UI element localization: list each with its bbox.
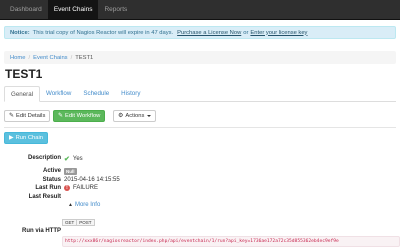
gear-icon: ⚙ (118, 113, 124, 119)
check-icon: ✔ (64, 156, 70, 163)
tab-schedule[interactable]: Schedule (77, 86, 115, 101)
notice-text: This trial copy of Nagios Reactor will e… (32, 29, 174, 36)
enter-license-link[interactable]: Enter your license key (250, 30, 307, 36)
http-method-toggle: GET POST (62, 219, 95, 226)
description-row: Description ✔ Yes (0, 155, 400, 163)
breadcrumb-event-chains[interactable]: Event Chains (33, 55, 67, 61)
error-icon: ! (64, 185, 70, 191)
run-chain-button[interactable]: ▶ Run Chain (4, 132, 49, 144)
actions-label: Actions (125, 113, 145, 119)
top-navbar: Dashboard Event Chains Reports (0, 0, 400, 20)
tab-workflow[interactable]: Workflow (40, 86, 77, 101)
status-label: Status (42, 177, 61, 183)
last-run-value: FAILURE (73, 185, 99, 191)
more-info-link[interactable]: ▲ More Info (68, 202, 100, 208)
description-label: Description (27, 155, 61, 161)
status-row: Status 2015-04-16 14:15:55 (0, 177, 400, 185)
play-icon: ▶ (9, 135, 14, 141)
breadcrumb-separator: / (70, 54, 73, 61)
caret-down-icon (147, 115, 152, 117)
status-value: 2015-04-16 14:15:55 (64, 177, 120, 183)
tab-general[interactable]: General (4, 86, 41, 102)
api-url-field[interactable]: http://xxx86r/nagiosreactor/index.php/ap… (62, 236, 400, 247)
description-value: Yes (72, 156, 83, 162)
breadcrumb-separator: / (28, 54, 31, 61)
breadcrumb: Home / Event Chains / TEST1 (4, 51, 396, 64)
more-info-row: ▲ More Info (0, 202, 400, 210)
run-chain-label: Run Chain (15, 135, 44, 141)
purchase-license-link[interactable]: Purchase a License Now (177, 30, 241, 36)
last-run-row: Last Run ! FAILURE (0, 185, 400, 193)
edit-details-label: Edit Details (16, 113, 46, 119)
last-result-label: Last Result (28, 194, 61, 200)
pencil-icon: ✎ (9, 113, 15, 119)
notice-or: or (243, 29, 249, 36)
breadcrumb-current: TEST1 (75, 54, 94, 61)
get-method-button[interactable]: GET (62, 219, 78, 226)
active-label: Active (42, 168, 61, 174)
nav-item-event-chains[interactable]: Event Chains (47, 0, 99, 19)
run-via-http-label: Run via HTTP (21, 228, 61, 234)
trial-notice: Notice: This trial copy of Nagios Reacto… (4, 26, 396, 39)
tab-bar: General Workflow Schedule History (4, 86, 396, 102)
http-row: Run via HTTP (0, 228, 400, 236)
last-result-row: Last Result (0, 194, 400, 202)
active-badge: Null (64, 168, 77, 175)
page-title: TEST1 (5, 67, 43, 81)
notice-prefix: Notice: (10, 29, 30, 36)
active-row: Active Null (0, 168, 400, 176)
nav-item-reports[interactable]: Reports (98, 0, 133, 19)
divider (4, 127, 396, 128)
more-info-label: More Info (74, 202, 101, 208)
tab-history[interactable]: History (115, 86, 146, 101)
chevron-down-icon: ▲ (68, 202, 73, 208)
edit-workflow-label: Edit Workflow (65, 113, 101, 119)
nav-item-dashboard[interactable]: Dashboard (4, 0, 48, 19)
breadcrumb-home[interactable]: Home (10, 55, 25, 61)
edit-workflow-button[interactable]: ✎ Edit Workflow (53, 110, 106, 122)
edit-details-button[interactable]: ✎ Edit Details (4, 110, 51, 122)
last-run-label: Last Run (35, 185, 61, 191)
pencil-icon: ✎ (58, 113, 64, 119)
actions-dropdown-button[interactable]: ⚙ Actions (113, 110, 157, 122)
post-method-button[interactable]: POST (77, 219, 95, 226)
